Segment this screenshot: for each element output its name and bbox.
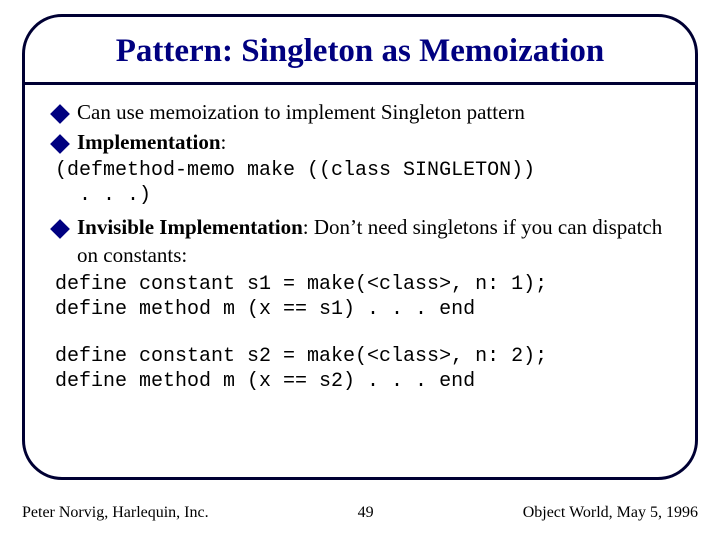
bullet-item: Can use memoization to implement Singlet… (53, 99, 671, 127)
bullet-text: Implementation: (77, 129, 671, 157)
diamond-icon (50, 134, 70, 154)
slide-footer: Peter Norvig, Harlequin, Inc. 49 Object … (22, 504, 698, 522)
bullet-item: Invisible Implementation: Don’t need sin… (53, 214, 671, 269)
code-block: define constant s1 = make(<class>, n: 1)… (55, 272, 671, 322)
title-wrap: Pattern: Singleton as Memoization (25, 17, 695, 70)
bullet-item: Implementation: (53, 129, 671, 157)
slide-frame: Pattern: Singleton as Memoization Can us… (22, 14, 698, 480)
spacer (53, 328, 671, 342)
page-number: 49 (358, 504, 374, 522)
bullet-lead: Invisible Implementation (77, 215, 303, 239)
bullet-rest: : (221, 130, 227, 154)
footer-left: Peter Norvig, Harlequin, Inc. (22, 504, 209, 522)
slide-content: Can use memoization to implement Singlet… (25, 85, 695, 408)
diamond-icon (50, 220, 70, 240)
footer-right: Object World, May 5, 1996 (523, 504, 698, 522)
diamond-icon (50, 104, 70, 124)
code-block: define constant s2 = make(<class>, n: 2)… (55, 344, 671, 394)
slide-title: Pattern: Singleton as Memoization (116, 33, 605, 70)
code-block: (defmethod-memo make ((class SINGLETON))… (55, 158, 671, 208)
bullet-lead: Implementation (77, 130, 221, 154)
bullet-text: Can use memoization to implement Singlet… (77, 99, 671, 127)
bullet-text: Invisible Implementation: Don’t need sin… (77, 214, 671, 269)
